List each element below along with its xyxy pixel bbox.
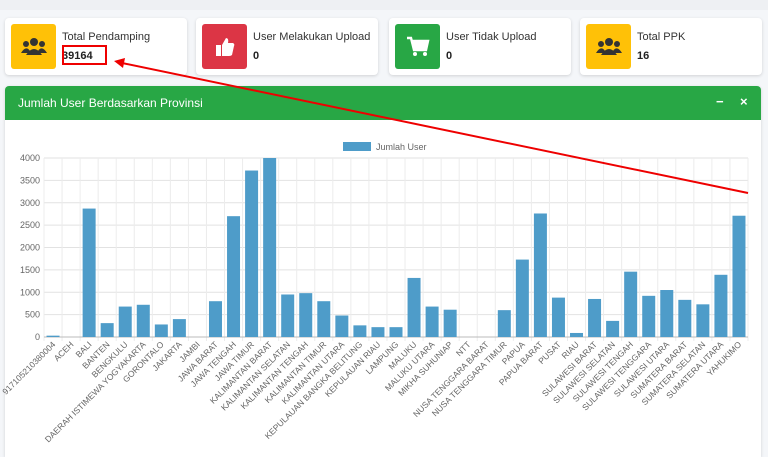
bar[interactable] (642, 295, 656, 337)
y-tick-label: 1500 (20, 265, 40, 275)
bar[interactable] (732, 215, 746, 337)
legend-label: Jumlah User (376, 142, 427, 152)
bar[interactable] (281, 294, 295, 337)
bar[interactable] (497, 310, 511, 337)
bar[interactable] (624, 271, 638, 337)
bar[interactable] (389, 327, 403, 337)
y-tick-label: 2500 (20, 220, 40, 230)
bar[interactable] (82, 208, 96, 337)
bar[interactable] (678, 299, 692, 337)
y-tick-label: 1000 (20, 287, 40, 297)
bar[interactable] (407, 277, 421, 337)
bar[interactable] (136, 304, 150, 337)
bar[interactable] (425, 306, 439, 337)
legend-swatch (343, 142, 371, 151)
bar[interactable] (46, 335, 60, 337)
bar[interactable] (172, 319, 186, 337)
bar[interactable] (100, 323, 114, 337)
y-tick-label: 3500 (20, 175, 40, 185)
bar[interactable] (245, 170, 259, 337)
bar[interactable] (660, 290, 674, 337)
y-tick-label: 0 (35, 332, 40, 342)
bar[interactable] (606, 320, 620, 337)
y-tick-label: 500 (25, 310, 40, 320)
bar[interactable] (335, 315, 349, 337)
x-tick-label: 917105210380004 (0, 339, 57, 396)
bar[interactable] (714, 274, 728, 337)
bar[interactable] (533, 213, 547, 337)
bar[interactable] (353, 325, 367, 337)
x-tick-label: ACEH (52, 339, 76, 363)
bar[interactable] (371, 327, 385, 337)
bar[interactable] (588, 298, 602, 337)
bar[interactable] (118, 306, 132, 337)
y-tick-label: 4000 (20, 153, 40, 163)
bar[interactable] (227, 216, 241, 337)
bar[interactable] (154, 324, 168, 337)
bar[interactable] (299, 293, 313, 337)
bar[interactable] (263, 158, 277, 337)
y-tick-label: 3000 (20, 198, 40, 208)
bar[interactable] (317, 301, 331, 337)
bar-chart: 0 500 1000 1500 2000 2500 3000 3500 4000 91710521… (0, 142, 749, 444)
bar[interactable] (551, 297, 565, 337)
bar[interactable] (696, 304, 710, 337)
bar[interactable] (515, 259, 529, 337)
y-tick-label: 2000 (20, 243, 40, 253)
bar[interactable] (443, 309, 457, 337)
bar[interactable] (570, 332, 584, 337)
bar[interactable] (208, 301, 222, 337)
